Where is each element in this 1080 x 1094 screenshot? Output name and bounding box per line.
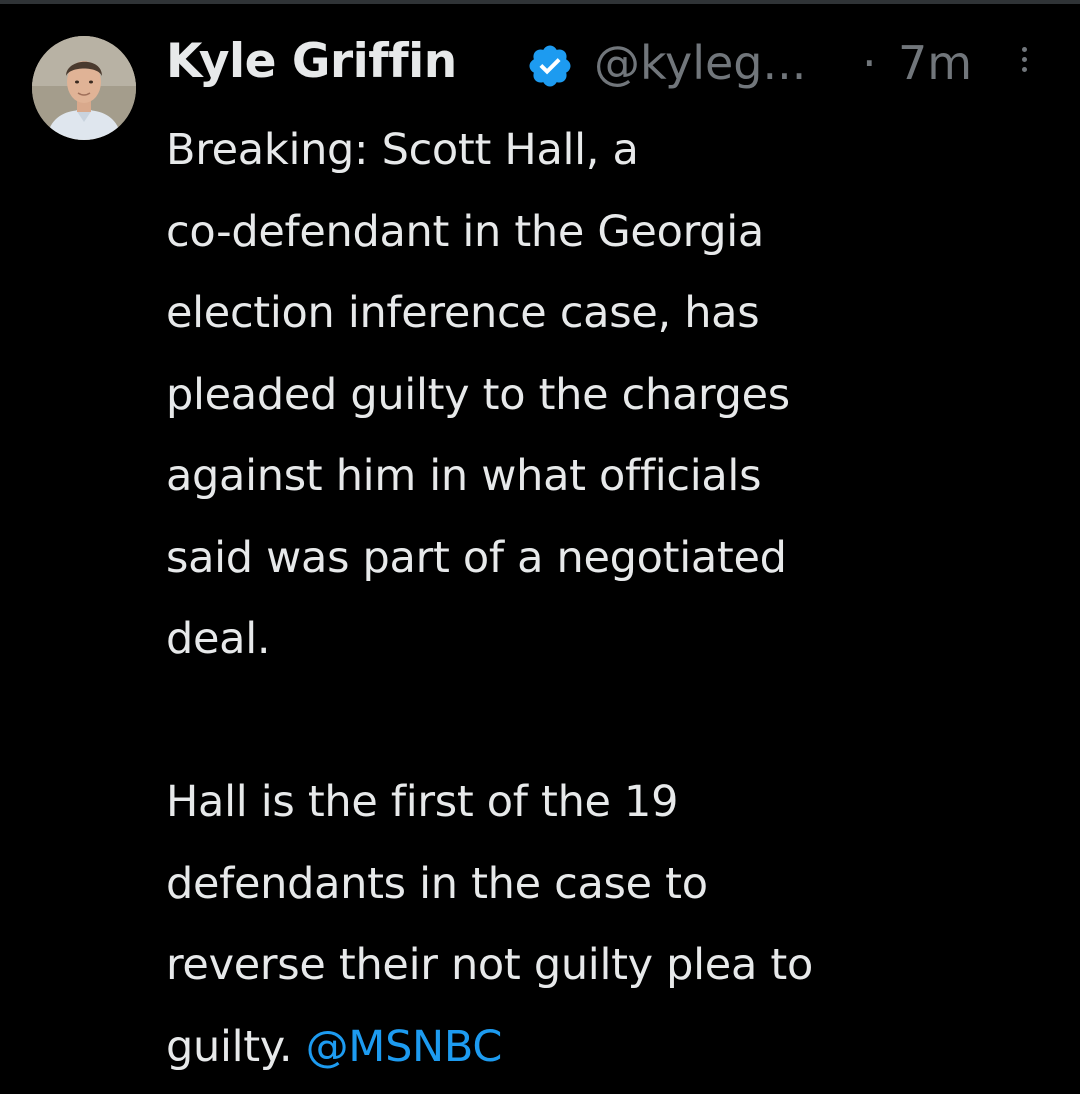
avatar[interactable] — [32, 36, 136, 140]
tweet-text-line-last: guilty. @MSNBC — [166, 1007, 1046, 1089]
top-divider — [0, 0, 1080, 4]
tweet-text-line: against him in what officials — [166, 451, 762, 501]
tweet-text-line: Hall is the first of the 19 — [166, 777, 679, 827]
tweet-text-line: defendants in the case to — [166, 858, 708, 909]
author-name[interactable]: Kyle Griffin — [166, 34, 457, 89]
tweet-text-line: co-defendant in the Georgia — [166, 206, 764, 257]
verified-badge-icon — [526, 42, 574, 90]
tweet-text-line: reverse their not guilty plea to — [166, 940, 813, 990]
tweet-text-line: pleaded guilty to the charges — [166, 369, 790, 420]
mention-link[interactable]: @MSNBC — [306, 1022, 503, 1072]
tweet-timestamp[interactable]: 7m — [898, 36, 972, 90]
tweet-text-fragment: guilty. — [166, 1021, 293, 1072]
tweet-body: Breaking: Scott Hall, a co-defendant in … — [166, 110, 1046, 1088]
separator-dot: · — [862, 36, 877, 90]
author-handle[interactable]: @kyleg... — [594, 36, 806, 90]
tweet-text-line: election inference case, has — [166, 288, 760, 338]
tweet-text-line: deal. — [166, 614, 271, 664]
tweet-header: Kyle Griffin @kyleg... · 7m — [166, 32, 1046, 98]
tweet-text-line: Breaking: Scott Hall, a — [166, 125, 639, 175]
tweet-text-line: said was part of a negotiated — [166, 532, 787, 583]
more-options-icon[interactable] — [1010, 44, 1038, 84]
